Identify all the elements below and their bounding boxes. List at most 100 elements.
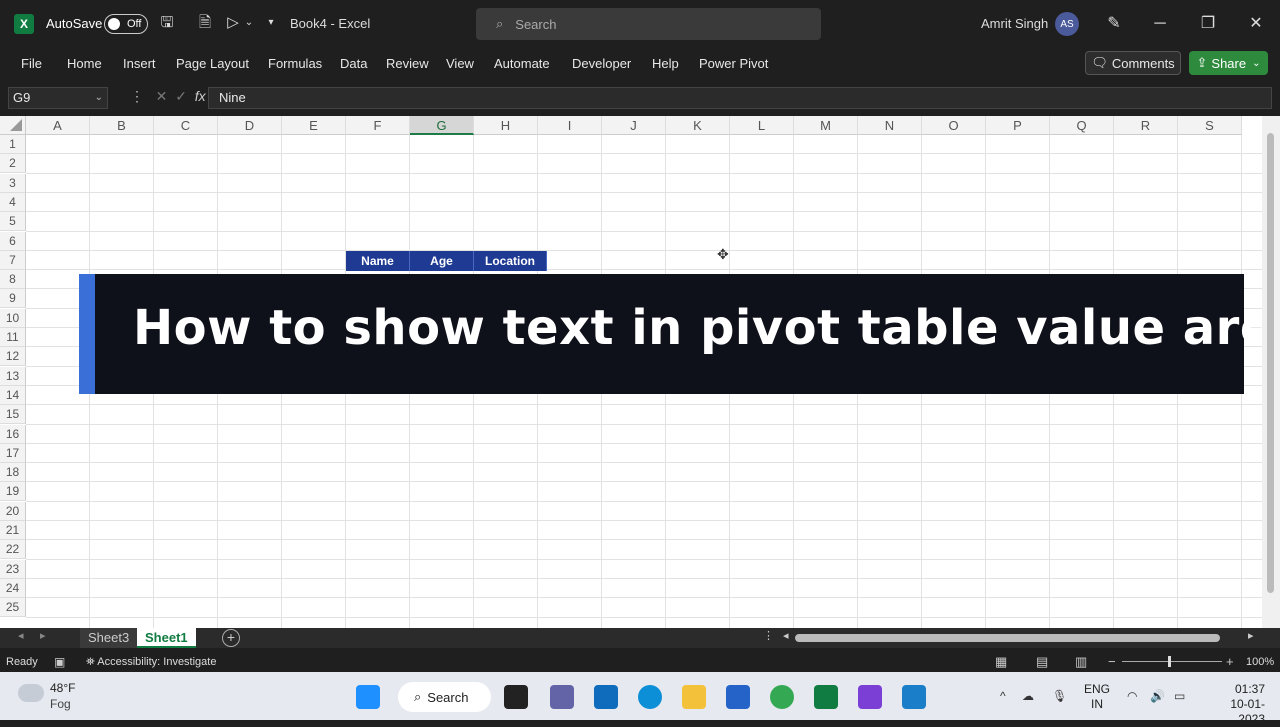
row-header[interactable]: 9 xyxy=(0,289,26,309)
tab-automate[interactable]: Automate xyxy=(494,56,550,71)
scroll-right-icon[interactable]: ▸ xyxy=(1248,629,1254,642)
zoom-level[interactable]: 100% xyxy=(1246,656,1274,668)
row-header[interactable]: 11 xyxy=(0,328,26,347)
tab-review[interactable]: Review xyxy=(386,56,429,71)
page-break-view-icon[interactable]: ▥ xyxy=(1075,654,1087,670)
scroll-left-icon[interactable]: ◂ xyxy=(783,629,789,642)
column-header[interactable]: N xyxy=(858,116,922,135)
weather-temp[interactable]: 48°F xyxy=(50,681,75,695)
column-header[interactable]: G xyxy=(410,116,474,135)
column-header[interactable]: F xyxy=(346,116,410,135)
enter-icon[interactable]: ✓ xyxy=(175,88,187,104)
row-header[interactable]: 21 xyxy=(0,521,26,540)
tab-power-pivot[interactable]: Power Pivot xyxy=(699,56,768,71)
prev-sheet-icon[interactable]: ◂ xyxy=(18,629,24,642)
column-header[interactable]: P xyxy=(986,116,1050,135)
accessibility-status[interactable]: ⛯ Accessibility: Investigate xyxy=(86,656,216,669)
row-header[interactable]: 12 xyxy=(0,347,26,367)
tab-home[interactable]: Home xyxy=(67,56,102,71)
close-icon[interactable]: ✕ xyxy=(1244,12,1268,36)
column-header[interactable]: S xyxy=(1178,116,1242,135)
customize-toolbar-icon[interactable]: ▾ xyxy=(262,14,280,32)
zoom-out-icon[interactable]: − xyxy=(1108,654,1116,669)
column-header[interactable]: L xyxy=(730,116,794,135)
autosave-toggle[interactable]: Off xyxy=(104,14,148,34)
row-header[interactable]: 17 xyxy=(0,443,26,463)
row-header[interactable]: 18 xyxy=(0,463,26,483)
excel-taskbar-icon[interactable] xyxy=(814,685,838,709)
onedrive-icon[interactable]: ☁ xyxy=(1022,689,1034,703)
table-header-location[interactable]: Location xyxy=(474,251,547,271)
clipchamp-icon[interactable] xyxy=(858,685,882,709)
clock[interactable]: 01:37 10-01-2023 xyxy=(1205,682,1265,727)
row-header[interactable]: 6 xyxy=(0,231,26,251)
zoom-slider[interactable] xyxy=(1122,661,1222,662)
column-header[interactable]: H xyxy=(474,116,538,135)
user-name[interactable]: Amrit Singh xyxy=(981,16,1048,31)
row-header[interactable]: 22 xyxy=(0,540,26,560)
file-explorer-icon[interactable] xyxy=(682,685,706,709)
next-sheet-icon[interactable]: ▸ xyxy=(40,629,46,642)
macro-record-icon[interactable]: ▣ xyxy=(54,655,65,669)
weather-icon[interactable] xyxy=(18,684,44,702)
horizontal-scroll-thumb[interactable] xyxy=(795,634,1220,642)
column-header[interactable]: R xyxy=(1114,116,1178,135)
minimize-icon[interactable]: ─ xyxy=(1148,12,1172,36)
pen-icon[interactable]: ✎ xyxy=(1102,12,1126,36)
column-header[interactable]: M xyxy=(794,116,858,135)
wifi-icon[interactable]: ◠ xyxy=(1127,689,1137,703)
row-header[interactable]: 25 xyxy=(0,598,26,618)
row-header[interactable]: 3 xyxy=(0,173,26,193)
normal-view-icon[interactable]: ▦ xyxy=(995,654,1007,670)
row-header[interactable]: 5 xyxy=(0,212,26,232)
column-header[interactable]: I xyxy=(538,116,602,135)
formula-input[interactable]: Nine xyxy=(208,87,1272,109)
chevron-up-icon[interactable]: ^ xyxy=(1000,689,1006,703)
row-header[interactable]: 10 xyxy=(0,308,26,328)
store-icon[interactable] xyxy=(726,685,750,709)
tab-help[interactable]: Help xyxy=(652,56,679,71)
zoom-slider-knob[interactable] xyxy=(1168,656,1171,667)
column-header[interactable]: A xyxy=(26,116,90,135)
row-header[interactable]: 14 xyxy=(0,385,26,405)
name-box[interactable]: G9 ⌄ xyxy=(8,87,108,109)
restore-icon[interactable]: ❐ xyxy=(1196,12,1220,36)
share-button[interactable]: ⇪ Share ⌄ xyxy=(1189,51,1268,75)
insert-function-icon[interactable]: fx xyxy=(195,88,206,104)
table-header-name[interactable]: Name xyxy=(346,251,410,271)
sheet-tab-sheet3[interactable]: Sheet3 xyxy=(80,628,138,648)
start-icon[interactable] xyxy=(356,685,380,709)
task-view-icon[interactable] xyxy=(504,685,528,709)
screen-capture-icon[interactable] xyxy=(902,685,926,709)
row-header[interactable]: 2 xyxy=(0,154,26,174)
battery-icon[interactable]: ▭ xyxy=(1174,689,1185,703)
row-header[interactable]: 13 xyxy=(0,366,26,386)
taskbar-search[interactable]: ⌕ Search xyxy=(398,682,491,712)
zoom-in-icon[interactable]: + xyxy=(1226,654,1234,669)
row-header[interactable]: 19 xyxy=(0,482,26,502)
row-header[interactable]: 8 xyxy=(0,270,26,290)
edge-icon[interactable] xyxy=(638,685,662,709)
weather-desc[interactable]: Fog xyxy=(50,697,71,711)
column-header[interactable]: Q xyxy=(1050,116,1114,135)
save-as-icon[interactable]: 🗎 xyxy=(196,14,214,32)
column-header[interactable]: K xyxy=(666,116,730,135)
microphone-icon[interactable]: 🎙 xyxy=(1052,689,1067,703)
teams-icon[interactable] xyxy=(550,685,574,709)
search-box[interactable]: ⌕ Search xyxy=(476,8,821,40)
tab-view[interactable]: View xyxy=(446,56,474,71)
row-header[interactable]: 23 xyxy=(0,559,26,579)
language-indicator[interactable]: ENG IN xyxy=(1084,682,1110,712)
column-header[interactable]: J xyxy=(602,116,666,135)
tab-developer[interactable]: Developer xyxy=(572,56,631,71)
volume-icon[interactable]: 🔊 xyxy=(1150,689,1165,703)
row-header[interactable]: 4 xyxy=(0,192,26,212)
mail-icon[interactable] xyxy=(594,685,618,709)
tab-formulas[interactable]: Formulas xyxy=(268,56,322,71)
avatar[interactable]: AS xyxy=(1055,12,1079,36)
tab-file[interactable]: File xyxy=(21,56,42,71)
save-icon[interactable]: 🖫 xyxy=(158,14,176,32)
vertical-scroll-thumb[interactable] xyxy=(1267,133,1274,593)
chrome-icon[interactable] xyxy=(770,685,794,709)
row-header[interactable]: 20 xyxy=(0,501,26,521)
